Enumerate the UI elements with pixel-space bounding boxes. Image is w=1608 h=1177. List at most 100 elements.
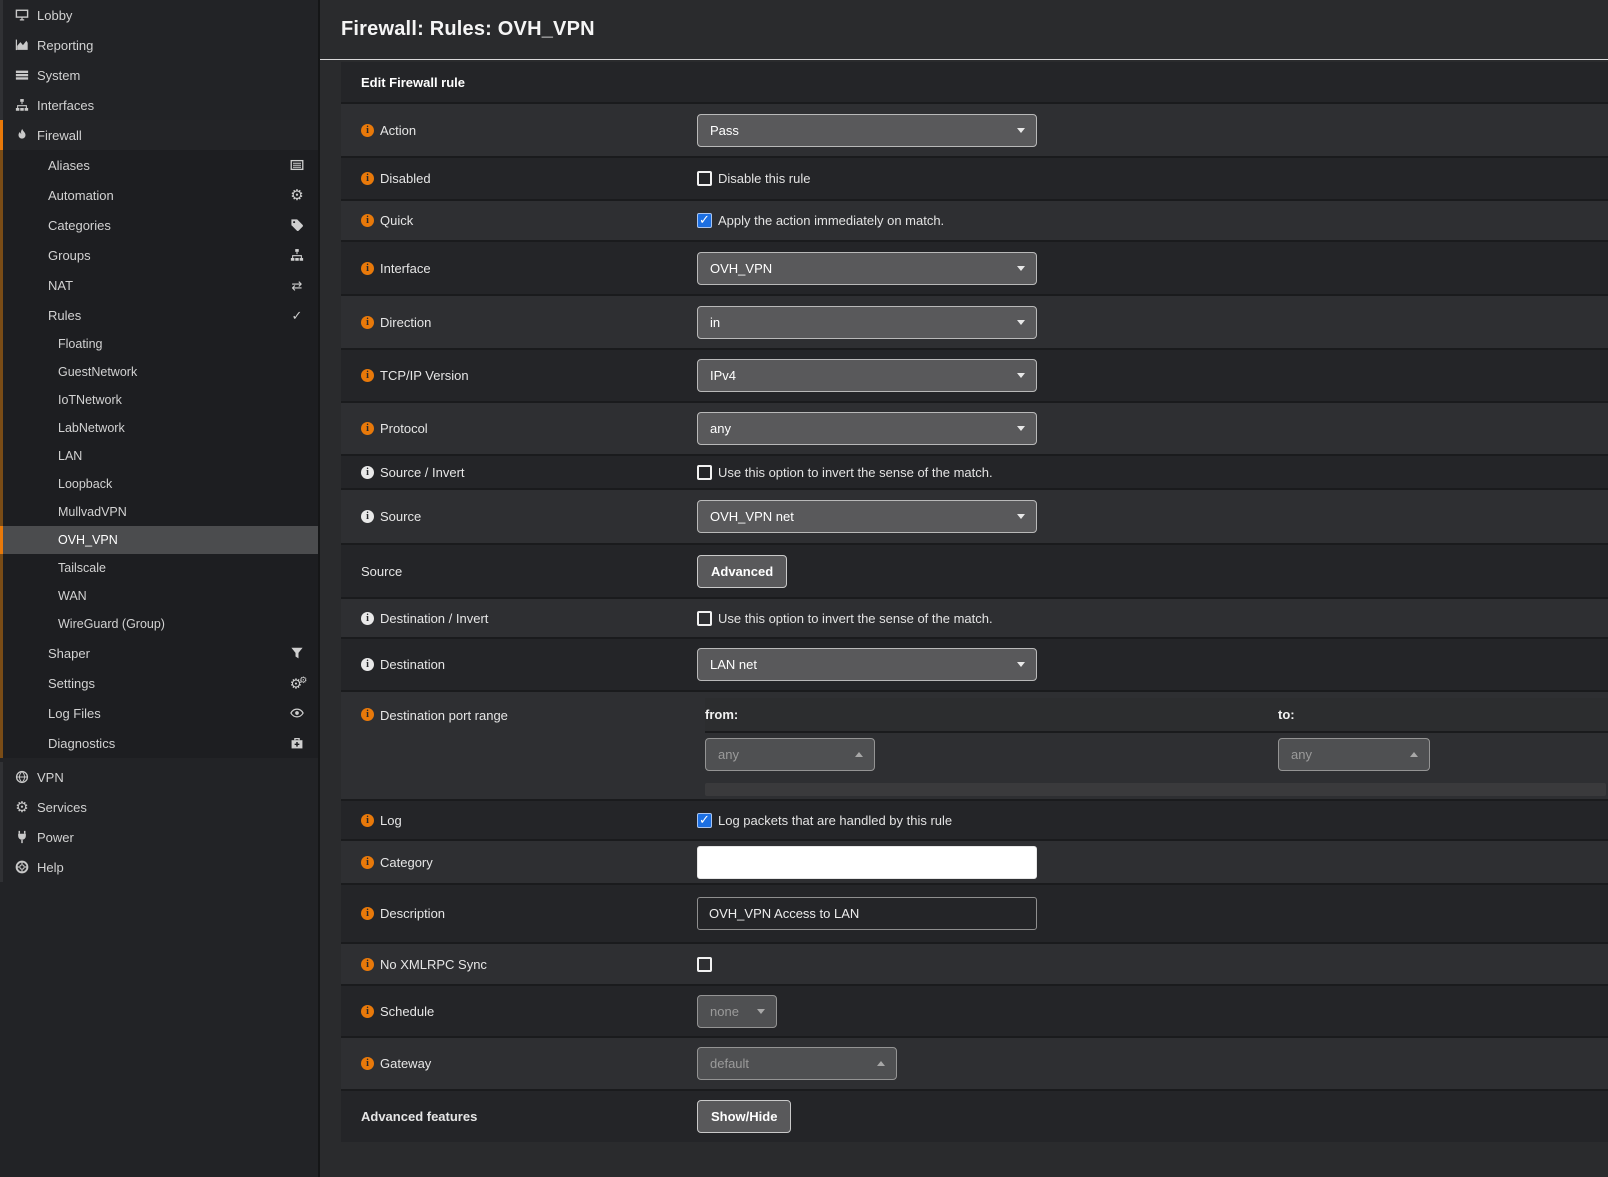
port-to-select[interactable]: any bbox=[1278, 738, 1430, 771]
port-from-cell: any bbox=[705, 738, 1278, 771]
info-icon[interactable]: i bbox=[361, 422, 374, 435]
sidebar-item-mullvadvpn[interactable]: MullvadVPN bbox=[0, 498, 318, 526]
source-select[interactable]: OVH_VPN net bbox=[697, 500, 1037, 533]
field-label: Destination port range bbox=[380, 708, 508, 723]
info-icon[interactable]: i bbox=[361, 172, 374, 185]
info-icon[interactable]: i bbox=[361, 369, 374, 382]
sidebar-item-aliases[interactable]: Aliases bbox=[0, 150, 318, 180]
selected-value: LAN net bbox=[698, 657, 757, 672]
plug-icon bbox=[14, 829, 30, 845]
field-label: No XMLRPC Sync bbox=[380, 957, 487, 972]
sidebar-item-label: NAT bbox=[48, 278, 73, 293]
info-icon[interactable]: i bbox=[361, 1057, 374, 1070]
sidebar-item-wireguard-group[interactable]: WireGuard (Group) bbox=[0, 610, 318, 638]
source-invert-checkbox[interactable] bbox=[697, 465, 712, 480]
info-icon[interactable]: i bbox=[361, 612, 374, 625]
info-icon[interactable]: i bbox=[361, 262, 374, 275]
form-row-direction: iDirectionin bbox=[341, 294, 1608, 348]
info-icon[interactable]: i bbox=[361, 814, 374, 827]
sidebar-item-labnetwork[interactable]: LabNetwork bbox=[0, 414, 318, 442]
info-icon[interactable]: i bbox=[361, 124, 374, 137]
log-checkbox[interactable]: ✓ bbox=[697, 813, 712, 828]
gateway-select[interactable]: default bbox=[697, 1047, 897, 1080]
sidebar-item-floating[interactable]: Floating bbox=[0, 330, 318, 358]
action-select[interactable]: Pass bbox=[697, 114, 1037, 147]
destination-select[interactable]: LAN net bbox=[697, 648, 1037, 681]
row-label-cell: i No XMLRPC Sync bbox=[341, 944, 697, 984]
selected-value: none bbox=[698, 1004, 739, 1019]
category-input[interactable] bbox=[697, 846, 1037, 879]
sidebar-item-system[interactable]: System bbox=[0, 60, 318, 90]
sidebar-item-reporting[interactable]: Reporting bbox=[0, 30, 318, 60]
sitemap-icon bbox=[289, 247, 305, 263]
no-xmlrpc-sync-checkbox[interactable] bbox=[697, 957, 712, 972]
sidebar-item-label: LabNetwork bbox=[58, 421, 125, 435]
port-from-select[interactable]: any bbox=[705, 738, 875, 771]
sidebar-item-automation[interactable]: Automation⚙ bbox=[0, 180, 318, 210]
info-icon[interactable]: i bbox=[361, 658, 374, 671]
info-icon[interactable]: i bbox=[361, 907, 374, 920]
info-icon[interactable]: i bbox=[361, 510, 374, 523]
sidebar-item-shaper[interactable]: Shaper bbox=[0, 638, 318, 668]
info-icon[interactable]: i bbox=[361, 1005, 374, 1018]
sidebar-item-loopback[interactable]: Loopback bbox=[0, 470, 318, 498]
sidebar-item-label: Loopback bbox=[58, 477, 112, 491]
info-icon[interactable]: i bbox=[361, 214, 374, 227]
row-label-cell: iDirection bbox=[341, 296, 697, 348]
info-icon[interactable]: i bbox=[361, 708, 374, 721]
sidebar-item-iotnetwork[interactable]: IoTNetwork bbox=[0, 386, 318, 414]
info-icon[interactable]: i bbox=[361, 316, 374, 329]
sidebar-item-settings[interactable]: Settings⚙⚙ bbox=[0, 668, 318, 698]
disabled-checkbox[interactable] bbox=[697, 171, 712, 186]
tag-icon bbox=[289, 217, 305, 233]
row-label-cell: iSchedule bbox=[341, 986, 697, 1036]
sidebar-item-diagnostics[interactable]: Diagnostics bbox=[0, 728, 318, 758]
sidebar-item-lan[interactable]: LAN bbox=[0, 442, 318, 470]
row-control-cell: Disable this rule bbox=[697, 158, 1608, 199]
sidebar-item-label: VPN bbox=[37, 770, 64, 785]
info-icon[interactable]: i bbox=[361, 856, 374, 869]
sidebar-item-groups[interactable]: Groups bbox=[0, 240, 318, 270]
sidebar-item-nat[interactable]: NAT⇄ bbox=[0, 270, 318, 300]
sidebar-item-label: OVH_VPN bbox=[58, 533, 118, 547]
sidebar-item-ovh-vpn[interactable]: OVH_VPN bbox=[0, 526, 318, 554]
sidebar-item-help[interactable]: Help bbox=[0, 852, 318, 882]
schedule-select[interactable]: none bbox=[697, 995, 777, 1028]
sidebar-item-rules[interactable]: Rules✓ bbox=[0, 300, 318, 330]
form-row-category: iCategory bbox=[341, 839, 1608, 883]
quick-checkbox[interactable]: ✓ bbox=[697, 213, 712, 228]
app-root: LobbyReportingSystemInterfacesFirewallAl… bbox=[0, 0, 1608, 1177]
selected-value: OVH_VPN net bbox=[698, 509, 794, 524]
sidebar-item-log-files[interactable]: Log Files bbox=[0, 698, 318, 728]
sidebar-item-interfaces[interactable]: Interfaces bbox=[0, 90, 318, 120]
sidebar-item-guestnetwork[interactable]: GuestNetwork bbox=[0, 358, 318, 386]
direction-select[interactable]: in bbox=[697, 306, 1037, 339]
sidebar-item-lobby[interactable]: Lobby bbox=[0, 0, 318, 30]
chevron-up-icon bbox=[855, 752, 863, 757]
sidebar-item-label: WAN bbox=[58, 589, 87, 603]
sidebar-item-tailscale[interactable]: Tailscale bbox=[0, 554, 318, 582]
info-icon[interactable]: i bbox=[361, 466, 374, 479]
advanced-button[interactable]: Advanced bbox=[697, 555, 787, 588]
server-stack-icon bbox=[14, 67, 30, 83]
sidebar-item-wan[interactable]: WAN bbox=[0, 582, 318, 610]
sidebar-item-services[interactable]: ⚙Services bbox=[0, 792, 318, 822]
row-label-cell: iTCP/IP Version bbox=[341, 350, 697, 401]
sidebar-item-categories[interactable]: Categories bbox=[0, 210, 318, 240]
row-label-cell: iCategory bbox=[341, 841, 697, 883]
desktop-icon bbox=[14, 7, 30, 23]
field-label: Source / Invert bbox=[380, 465, 465, 480]
interface-select[interactable]: OVH_VPN bbox=[697, 252, 1037, 285]
sidebar-item-firewall[interactable]: Firewall bbox=[0, 120, 318, 150]
horizontal-scrollbar[interactable] bbox=[705, 783, 1606, 796]
destination-invert-checkbox[interactable] bbox=[697, 611, 712, 626]
sidebar-item-power[interactable]: Power bbox=[0, 822, 318, 852]
info-icon[interactable]: i bbox=[361, 958, 374, 971]
tcp-ip-version-select[interactable]: IPv4 bbox=[697, 359, 1037, 392]
form-rows: iActionPassiDisabledDisable this ruleiQu… bbox=[341, 102, 1608, 1142]
sidebar-item-vpn[interactable]: VPN bbox=[0, 762, 318, 792]
description-input[interactable] bbox=[697, 897, 1037, 930]
show-hide-button[interactable]: Show/Hide bbox=[697, 1100, 791, 1133]
protocol-select[interactable]: any bbox=[697, 412, 1037, 445]
disabled-checkbox-group: Disable this rule bbox=[697, 171, 811, 186]
